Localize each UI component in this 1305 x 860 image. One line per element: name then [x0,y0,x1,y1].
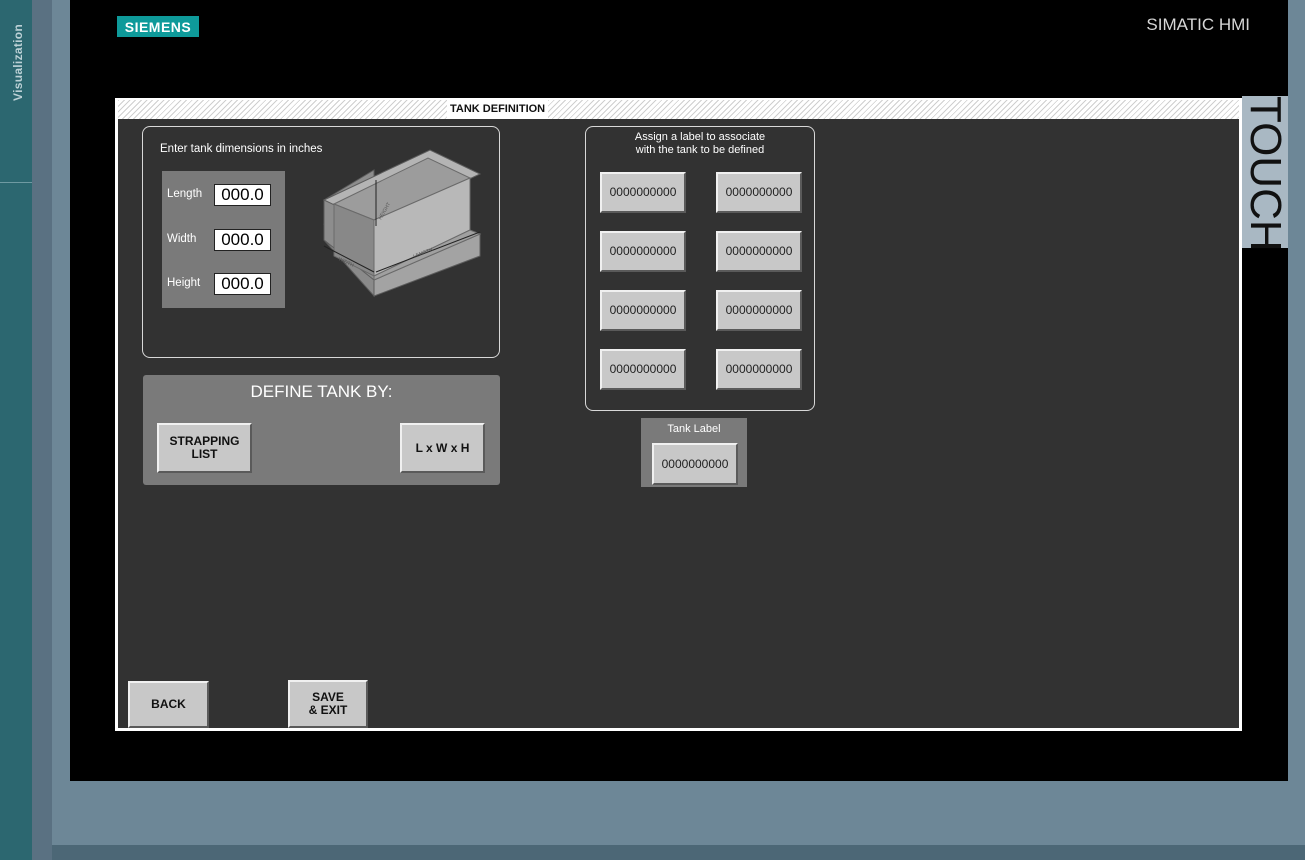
panel-gutter [32,0,52,860]
define-tank-title: DEFINE TANK BY: [250,382,393,401]
label-button-4[interactable]: 0000000000 [716,231,802,272]
strip-divider [0,182,32,183]
width-input[interactable]: 000.0 [214,229,271,251]
length-input[interactable]: 000.0 [214,184,271,206]
lwh-button[interactable]: L x W x H [400,423,485,473]
page-title: TANK DEFINITION [447,100,549,119]
back-button[interactable]: BACK [128,681,209,728]
label-button-5[interactable]: 0000000000 [600,290,686,331]
tank-label-title: Tank Label [667,423,721,435]
device-frame-bottom [52,845,1305,860]
label-button-7[interactable]: 0000000000 [600,349,686,390]
label-button-1[interactable]: 0000000000 [600,172,686,213]
save-exit-button[interactable]: SAVE & EXIT [288,680,368,728]
title-bar [118,100,1239,119]
dimensions-prompt: Enter tank dimensions in inches [160,143,323,155]
touch-label: TOUCH [1241,96,1290,252]
height-input[interactable]: 000.0 [214,273,271,295]
label-prompt: Assign a label to associate with the tan… [634,131,766,156]
label-button-6[interactable]: 0000000000 [716,290,802,331]
touch-label-strip: TOUCH [1241,96,1290,252]
width-label: Width [167,233,197,245]
strapping-list-button[interactable]: STRAPPING LIST [157,423,252,473]
tank-label-value-button[interactable]: 0000000000 [652,443,738,485]
height-label: Height [167,277,201,289]
label-button-8[interactable]: 0000000000 [716,349,802,390]
visualization-tab[interactable]: Visualization [8,14,28,110]
simatic-hmi-label: SIMATIC HMI [1146,15,1250,34]
siemens-logo: SIEMENS [117,16,199,37]
visualization-strip [0,0,32,860]
tank-diagram-icon: HEIGHT WIDTH LENGTH [322,149,482,298]
label-button-3[interactable]: 0000000000 [600,231,686,272]
label-button-2[interactable]: 0000000000 [716,172,802,213]
length-label: Length [167,188,203,200]
